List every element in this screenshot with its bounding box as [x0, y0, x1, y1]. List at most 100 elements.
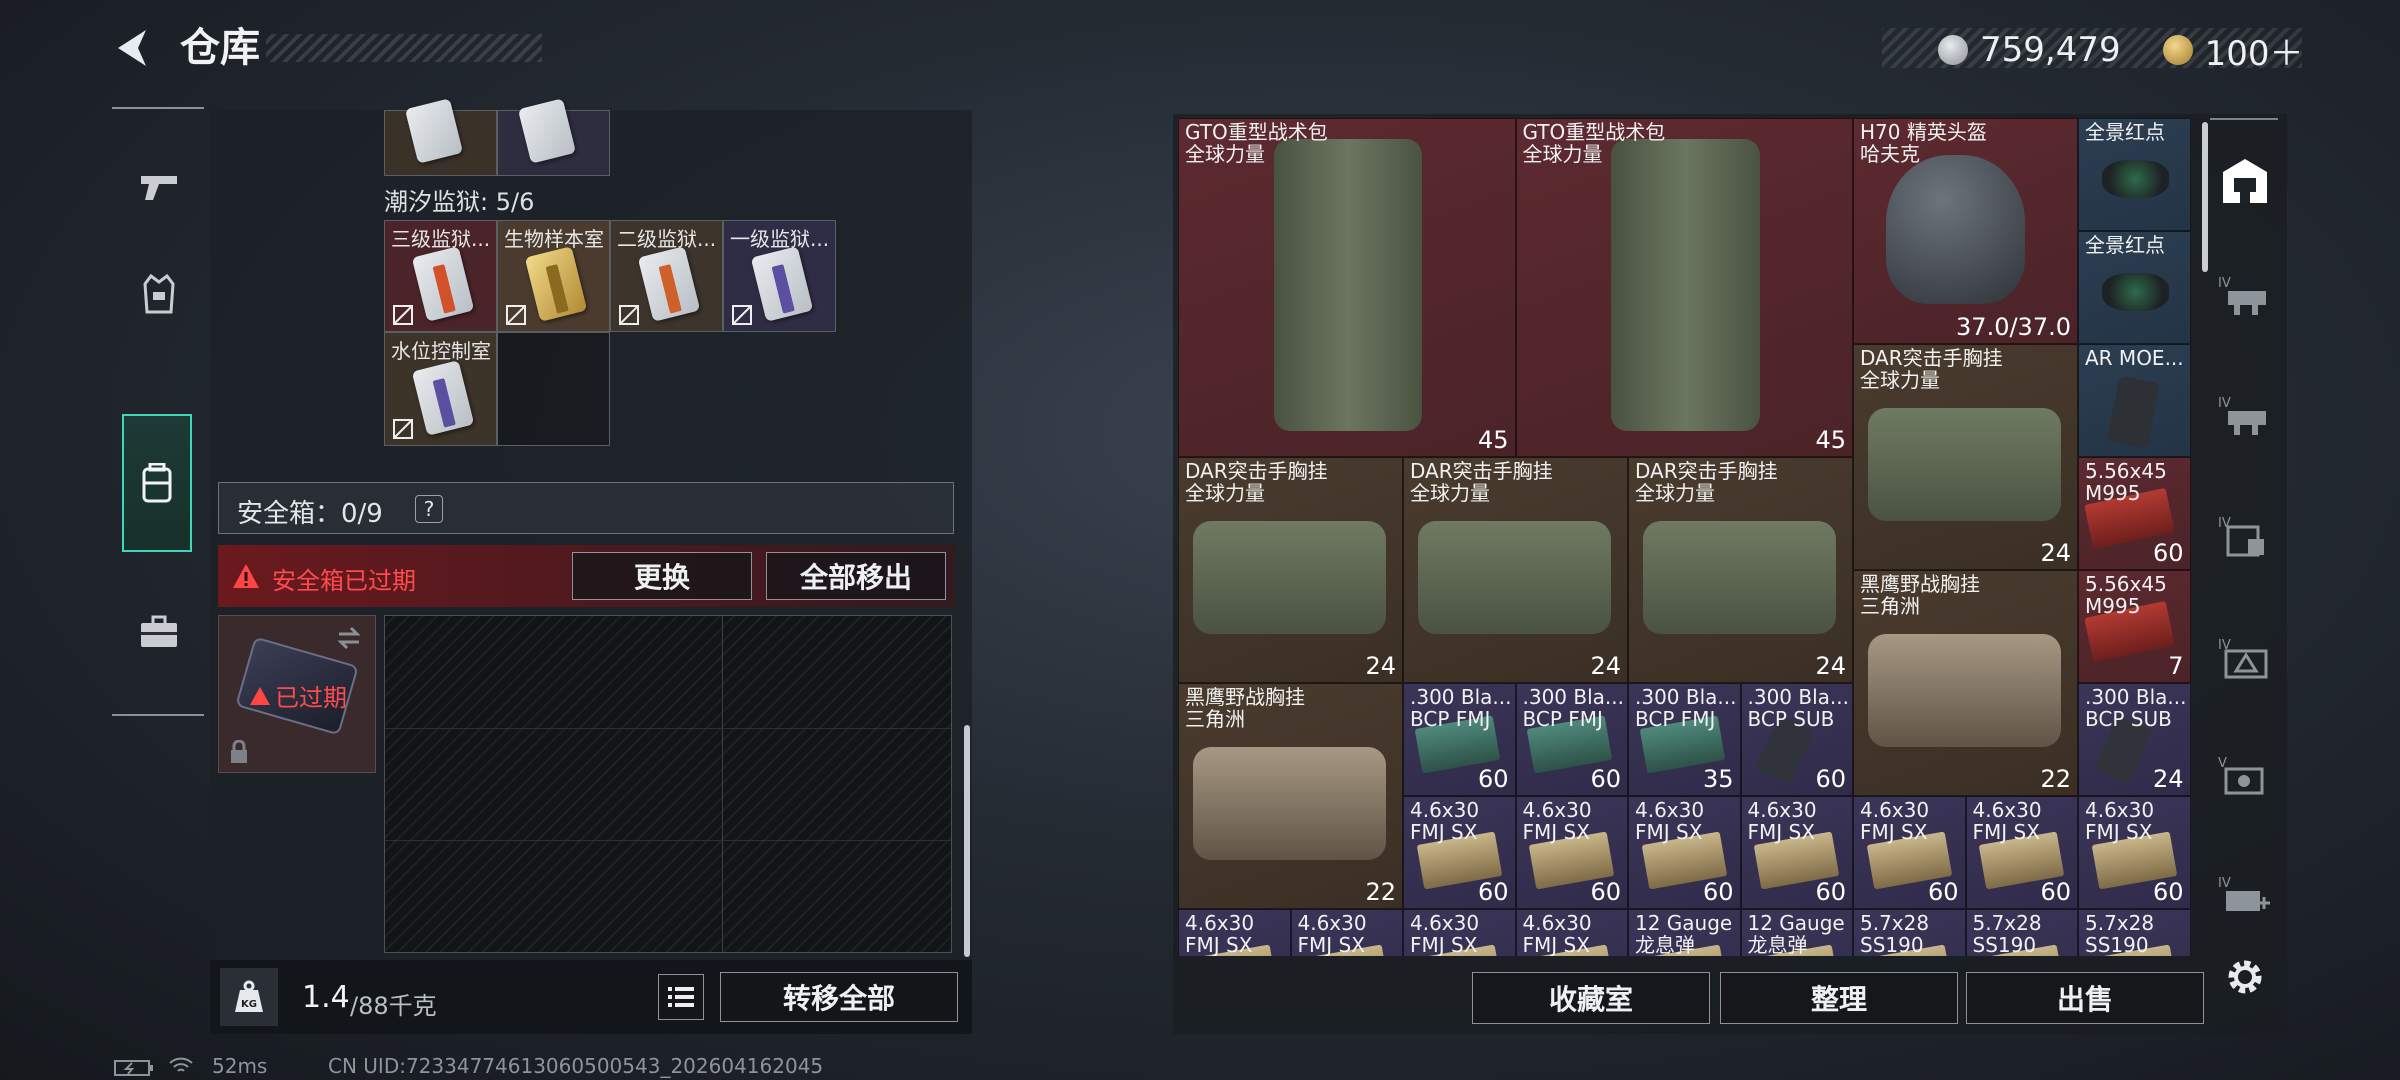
settings-button[interactable] — [2222, 954, 2268, 1000]
stash-item[interactable]: 4.6x30 FMJ SX — [1178, 909, 1291, 956]
stash-home-tab[interactable] — [2218, 154, 2272, 208]
premium-amount[interactable]: 100＋ — [2205, 26, 2304, 75]
stash-item[interactable]: 5.7x28 SS190 — [2078, 909, 2191, 956]
organize-button[interactable]: 整理 — [1720, 972, 1958, 1024]
stash-page-tab[interactable]: IV — [2218, 868, 2272, 922]
replace-button[interactable]: 更换 — [572, 552, 752, 600]
item-name: H70 精英头盔 哈夫克 — [1860, 120, 1987, 166]
item-name: 4.6x30 FMJ SX — [1410, 798, 1480, 844]
stash-item[interactable]: .300 Bla... BCP SUB 24 — [2078, 683, 2191, 796]
item-name: .300 Bla... BCP FMJ — [1522, 685, 1625, 731]
stash-item[interactable]: 12 Gauge 龙息弹 — [1628, 909, 1741, 956]
key-label: 一级监狱... — [730, 227, 830, 251]
stash-item[interactable]: .300 Bla... BCP FMJ 35 — [1628, 683, 1741, 796]
stash-item[interactable]: H70 精英头盔 哈夫克 37.0/37.0 — [1853, 118, 2078, 344]
item-count: 60 — [1477, 878, 1509, 906]
secure-box-label: 安全箱：0/9 — [237, 499, 383, 529]
stash-item[interactable]: .300 Bla... BCP FMJ 60 — [1515, 683, 1628, 796]
key-slot[interactable]: 水位控制室 — [384, 332, 497, 446]
nav-toolbox[interactable] — [124, 577, 194, 687]
sell-button[interactable]: 出售 — [1966, 972, 2204, 1024]
stash-item[interactable]: .300 Bla... BCP SUB 60 — [1740, 683, 1853, 796]
stash-item[interactable]: GTO重型战术包 全球力量 45 — [1515, 118, 1853, 457]
key-slot-empty[interactable] — [497, 332, 610, 446]
help-button[interactable]: ? — [415, 495, 443, 523]
secure-box-expired-bar: 安全箱已过期 更换 全部移出 — [218, 545, 954, 607]
stash-item[interactable]: 5.56x45 M995 7 — [2078, 570, 2191, 683]
stash-item[interactable]: DAR突击手胸挂 全球力量 24 — [1403, 457, 1628, 683]
back-button[interactable] — [108, 22, 156, 74]
unbound-icon — [732, 305, 752, 325]
stash-item[interactable]: 4.6x30 FMJ SX — [1290, 909, 1403, 956]
stash-item[interactable]: 黑鹰野战胸挂 三角洲 22 — [1178, 683, 1403, 909]
stash-item[interactable]: 4.6x30 FMJ SX — [1515, 909, 1628, 956]
key-slot-partial[interactable] — [384, 98, 497, 176]
expired-badge: 已过期 — [275, 684, 347, 712]
stash-item[interactable]: 12 Gauge 龙息弹 — [1740, 909, 1853, 956]
stash-item[interactable]: 4.6x30 FMJ SX 60 — [1965, 796, 2078, 909]
item-count: 7 — [2168, 652, 2184, 680]
item-count: 60 — [1590, 878, 1621, 906]
stash-item[interactable]: DAR突击手胸挂 全球力量 24 — [1628, 457, 1853, 683]
key-slot[interactable]: 三级监狱... — [384, 220, 497, 332]
stash-item[interactable]: 黑鹰野战胸挂 三角洲 22 — [1853, 570, 2078, 796]
grip-icon — [2106, 375, 2160, 448]
expired-warning-text: 安全箱已过期 — [272, 567, 416, 595]
stash-item[interactable]: AR MOE... — [2078, 344, 2191, 457]
keycard-icon — [404, 98, 464, 164]
rig-icon — [1192, 521, 1386, 635]
stash-page-tab[interactable]: IV — [2218, 388, 2272, 442]
vest-icon — [143, 274, 175, 314]
key-label: 水位控制室 — [391, 339, 491, 363]
nav-weapons[interactable] — [124, 132, 194, 242]
premium-currency-icon — [2162, 35, 2193, 65]
item-name: 5.7x28 SS190 — [2085, 911, 2155, 956]
stash-item[interactable]: 5.7x28 SS190 — [1853, 909, 1966, 956]
item-count: 60 — [2040, 878, 2071, 906]
collection-room-button[interactable]: 收藏室 — [1472, 972, 1710, 1024]
coin-amount: 759,479 — [1980, 30, 2121, 70]
stash-page-tab[interactable]: IV — [2218, 630, 2272, 684]
ping-text: 52ms — [212, 1054, 268, 1078]
stash-item[interactable]: 全景红点 — [2078, 118, 2191, 231]
stash-item[interactable]: 5.7x28 SS190 — [1965, 909, 2078, 956]
stash-item[interactable]: 4.6x30 FMJ SX 60 — [1628, 796, 1741, 909]
stash-page-tab[interactable]: IV — [2218, 508, 2272, 562]
nav-equipment[interactable] — [124, 239, 194, 349]
stash-item[interactable]: GTO重型战术包 全球力量 45 — [1178, 118, 1516, 457]
list-view-button[interactable] — [658, 974, 704, 1020]
item-count: 22 — [2040, 765, 2071, 793]
stash-item[interactable]: 4.6x30 FMJ SX 60 — [1853, 796, 1966, 909]
stash-item[interactable]: DAR突击手胸挂 全球力量 24 — [1178, 457, 1403, 683]
nav-backpack[interactable] — [122, 414, 192, 552]
move-all-out-button[interactable]: 全部移出 — [766, 552, 946, 600]
stash-item[interactable]: 4.6x30 FMJ SX 60 — [1403, 796, 1516, 909]
secure-box-grid[interactable] — [384, 615, 952, 953]
stash-item[interactable]: 4.6x30 FMJ SX 60 — [2078, 796, 2191, 909]
stash-item[interactable]: .300 Bla... BCP FMJ 60 — [1403, 683, 1516, 796]
item-count: 24 — [2040, 539, 2071, 567]
secure-box-slot[interactable]: 已过期 — [218, 615, 376, 773]
stash-page-icon: V — [2218, 756, 2264, 795]
item-count: 60 — [1590, 765, 1621, 793]
stash-item[interactable]: 全景红点 — [2078, 231, 2191, 344]
unbound-icon — [619, 305, 639, 325]
stash-item[interactable]: 5.56x45 M995 60 — [2078, 457, 2191, 570]
svg-text:KG: KG — [241, 999, 257, 1010]
item-name: 5.56x45 M995 — [2085, 459, 2167, 505]
stash-item[interactable]: 4.6x30 FMJ SX — [1403, 909, 1516, 956]
stash-page-tab[interactable]: V — [2218, 748, 2272, 802]
stash-item[interactable]: 4.6x30 FMJ SX 60 — [1515, 796, 1628, 909]
stash-item[interactable]: 4.6x30 FMJ SX 60 — [1740, 796, 1853, 909]
coin-icon — [1938, 35, 1968, 65]
key-slot-partial[interactable] — [497, 98, 610, 176]
transfer-all-button[interactable]: 转移全部 — [720, 972, 958, 1022]
key-slot[interactable]: 二级监狱... — [610, 220, 723, 332]
stash-page-tab[interactable]: IV — [2218, 268, 2272, 322]
left-scrollbar[interactable] — [964, 725, 970, 957]
stash-page-icon: IV — [2218, 276, 2266, 315]
key-slot[interactable]: 生物样本室 — [497, 220, 610, 332]
key-slot[interactable]: 一级监狱... — [723, 220, 836, 332]
stash-item[interactable]: DAR突击手胸挂 全球力量 24 — [1853, 344, 2078, 570]
back-arrow-icon — [118, 30, 146, 66]
